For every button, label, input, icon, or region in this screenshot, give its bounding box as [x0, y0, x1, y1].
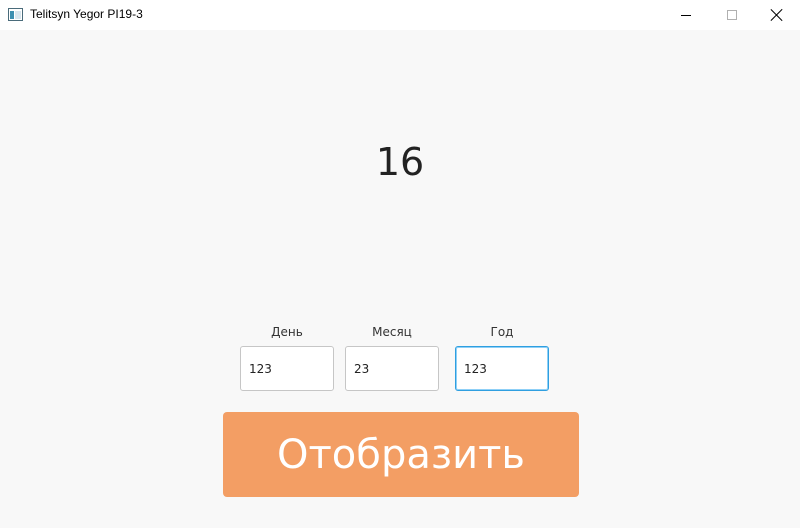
show-button[interactable]: Отобразить	[223, 412, 579, 497]
day-input[interactable]	[240, 346, 334, 391]
minimize-icon	[681, 14, 691, 16]
maximize-icon	[727, 10, 737, 20]
maximize-button[interactable]	[709, 0, 755, 30]
year-label: Год	[490, 325, 514, 339]
window-title: Telitsyn Yegor PI19-3	[30, 7, 143, 21]
title-bar[interactable]: Telitsyn Yegor PI19-3	[0, 0, 800, 30]
month-label: Месяц	[372, 325, 412, 339]
app-window-icon	[8, 8, 23, 21]
year-input[interactable]	[455, 346, 549, 391]
result-display: 16	[375, 140, 425, 184]
close-button[interactable]	[754, 0, 800, 30]
close-icon	[771, 9, 783, 21]
month-input[interactable]	[345, 346, 439, 391]
day-label: День	[271, 325, 303, 339]
minimize-button[interactable]	[663, 0, 709, 30]
